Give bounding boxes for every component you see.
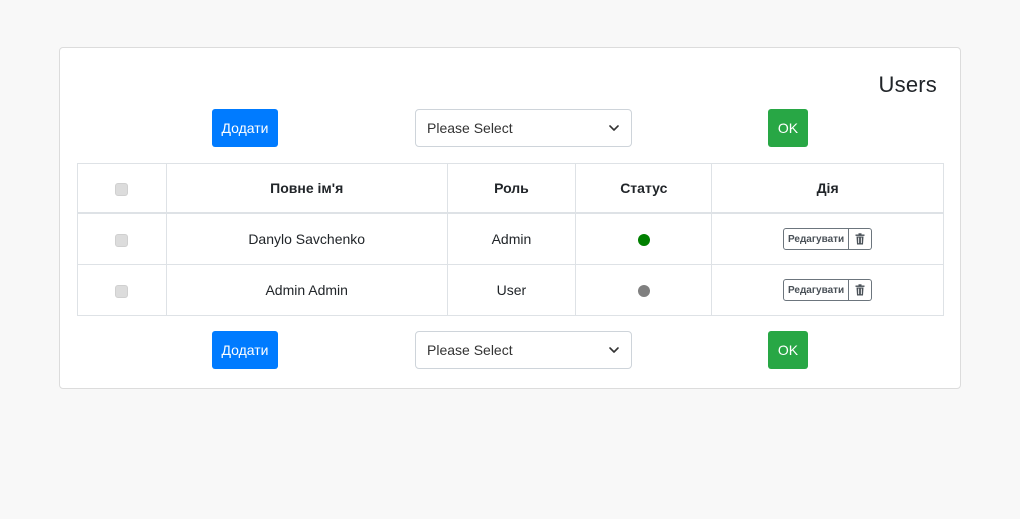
select-value: Please Select xyxy=(427,120,513,136)
table-header-row: Повне ім'я Роль Статус Дія xyxy=(77,163,944,214)
action-button-group: Редагувати xyxy=(782,228,873,250)
column-header-action: Дія xyxy=(711,163,944,214)
chevron-down-icon xyxy=(609,125,619,131)
trash-icon xyxy=(855,284,865,296)
delete-button[interactable] xyxy=(849,279,873,301)
select-value: Please Select xyxy=(427,342,513,358)
chevron-down-icon xyxy=(609,347,619,353)
table-row: Danylo Savchenko Admin Редагувати xyxy=(77,212,944,265)
users-table: Повне ім'я Роль Статус Дія Danylo Savche… xyxy=(77,163,944,316)
edit-button[interactable]: Редагувати xyxy=(782,279,850,301)
status-cell xyxy=(575,264,713,316)
add-button-bottom[interactable]: Додати xyxy=(212,331,278,369)
column-header-full-name: Повне ім'я xyxy=(165,163,448,214)
user-name: Danylo Savchenko xyxy=(165,212,448,265)
actions-cell: Редагувати xyxy=(711,264,944,316)
select-all-cell xyxy=(77,163,167,214)
user-role: Admin xyxy=(446,212,577,265)
users-card: Users Додати Please Select OK Повне ім'я… xyxy=(59,47,961,389)
row-select-cell xyxy=(77,264,167,316)
ok-button-bottom[interactable]: OK xyxy=(768,331,808,369)
status-cell xyxy=(575,212,713,265)
ok-button-top[interactable]: OK xyxy=(768,109,808,147)
column-header-status: Статус xyxy=(575,163,713,214)
page-title: Users xyxy=(878,72,937,97)
table-row: Admin Admin User Редагувати xyxy=(77,264,944,316)
row-checkbox[interactable] xyxy=(115,233,129,247)
add-button-top[interactable]: Додати xyxy=(212,109,278,147)
status-indicator-inactive xyxy=(637,285,650,298)
trash-icon xyxy=(855,233,865,245)
user-name: Admin Admin xyxy=(165,264,448,316)
edit-button[interactable]: Редагувати xyxy=(782,228,850,250)
column-header-role: Роль xyxy=(446,163,577,214)
select-all-checkbox[interactable] xyxy=(115,182,129,196)
actions-cell: Редагувати xyxy=(711,212,944,265)
bulk-action-select-top[interactable]: Please Select xyxy=(415,109,632,147)
row-checkbox[interactable] xyxy=(115,284,129,298)
bulk-action-select-bottom[interactable]: Please Select xyxy=(415,331,632,369)
status-indicator-active xyxy=(637,234,650,247)
user-role: User xyxy=(446,264,577,316)
delete-button[interactable] xyxy=(849,228,873,250)
row-select-cell xyxy=(77,212,167,265)
action-button-group: Редагувати xyxy=(782,279,873,301)
